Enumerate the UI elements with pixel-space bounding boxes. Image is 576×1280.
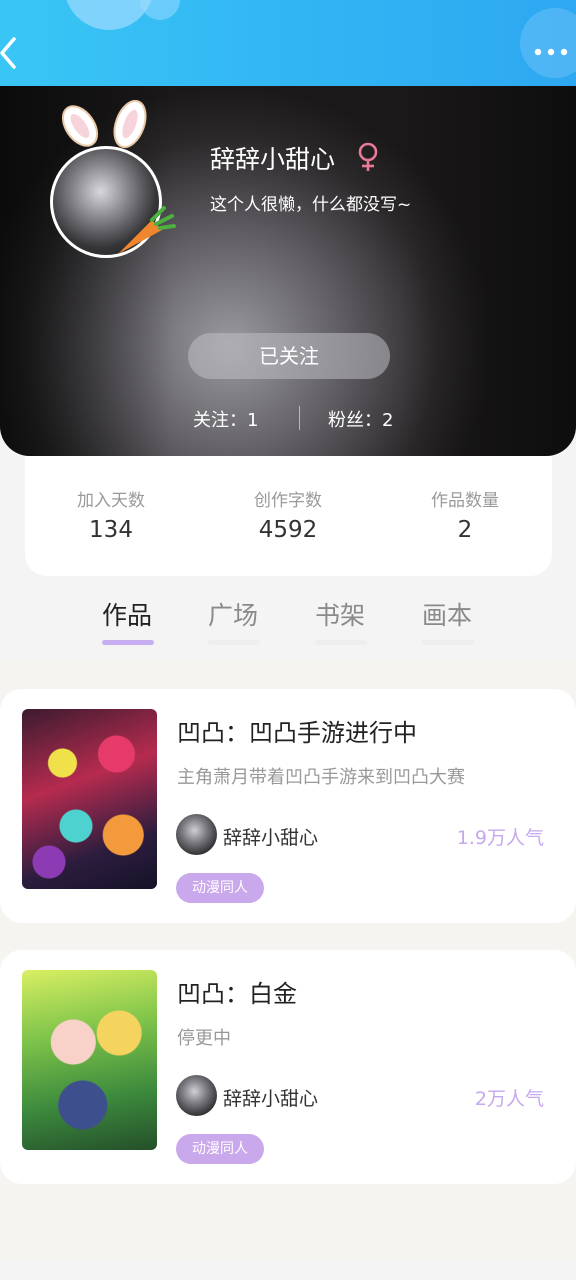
profile-bio: 这个人很懒，什么都没写~ [210, 195, 412, 215]
tab-indicator-active [102, 640, 154, 645]
work-description: 停更中 [177, 1028, 231, 1049]
tab-indicator [208, 640, 260, 645]
stat-value: 4592 [258, 517, 318, 543]
chevron-left-icon [0, 37, 16, 69]
stats-card: 加入天数 134 创作字数 4592 作品数量 2 [25, 456, 552, 576]
tab-works[interactable]: 作品 [102, 596, 152, 632]
work-popularity: 2万人气 [474, 1088, 544, 1110]
work-cover[interactable] [22, 709, 157, 889]
tab-bar: 作品 广场 书架 画本 [0, 588, 576, 660]
following-count[interactable]: 关注：1 [193, 406, 258, 432]
stat-value: 2 [457, 517, 473, 543]
stat-join-days: 加入天数 134 [31, 486, 191, 543]
followers-count[interactable]: 粉丝：2 [328, 406, 393, 432]
work-cover[interactable] [22, 970, 157, 1150]
stat-value: 134 [89, 517, 133, 543]
stat-label: 加入天数 [77, 491, 145, 511]
work-card[interactable]: 凹凸：凹凸手游进行中 主角萧月带着凹凸手游来到凹凸大赛 辞辞小甜心 1.9万人气… [0, 689, 576, 923]
tab-indicator [315, 640, 367, 645]
author-name[interactable]: 辞辞小甜心 [223, 1084, 318, 1111]
profile-name: 辞辞小甜心 [210, 145, 336, 174]
carrot-icon [118, 206, 176, 254]
more-options-button[interactable] [532, 42, 572, 62]
stat-word-count: 创作字数 4592 [208, 486, 368, 543]
author-name[interactable]: 辞辞小甜心 [223, 823, 318, 850]
top-bar [0, 0, 576, 88]
divider [299, 406, 300, 430]
work-title: 凹凸：凹凸手游进行中 [177, 719, 417, 747]
work-tag[interactable]: 动漫同人 [176, 1134, 264, 1164]
tab-picture-book[interactable]: 画本 [422, 596, 472, 632]
stat-works-count: 作品数量 2 [385, 486, 545, 543]
stat-label: 创作字数 [254, 491, 322, 511]
work-description: 主角萧月带着凹凸手游来到凹凸大赛 [177, 767, 465, 788]
work-popularity: 1.9万人气 [456, 827, 544, 849]
stat-label: 作品数量 [431, 491, 499, 511]
work-title: 凹凸：白金 [177, 980, 297, 1008]
author-avatar[interactable] [176, 1075, 217, 1116]
more-icon [534, 48, 568, 56]
tab-square[interactable]: 广场 [208, 596, 258, 632]
work-card[interactable]: 凹凸：白金 停更中 辞辞小甜心 2万人气 动漫同人 [0, 950, 576, 1184]
female-gender-icon [358, 142, 378, 171]
work-tag[interactable]: 动漫同人 [176, 873, 264, 903]
follow-button[interactable]: 已关注 [188, 333, 390, 379]
author-avatar[interactable] [176, 814, 217, 855]
back-button[interactable] [0, 36, 30, 70]
tab-indicator [422, 640, 474, 645]
bunny-ears-icon [61, 100, 147, 149]
profile-header: 辞辞小甜心 这个人很懒，什么都没写~ 已关注 关注：1 粉丝：2 [0, 86, 576, 456]
decor-bubble [140, 0, 180, 20]
tab-bookshelf[interactable]: 书架 [315, 596, 365, 632]
